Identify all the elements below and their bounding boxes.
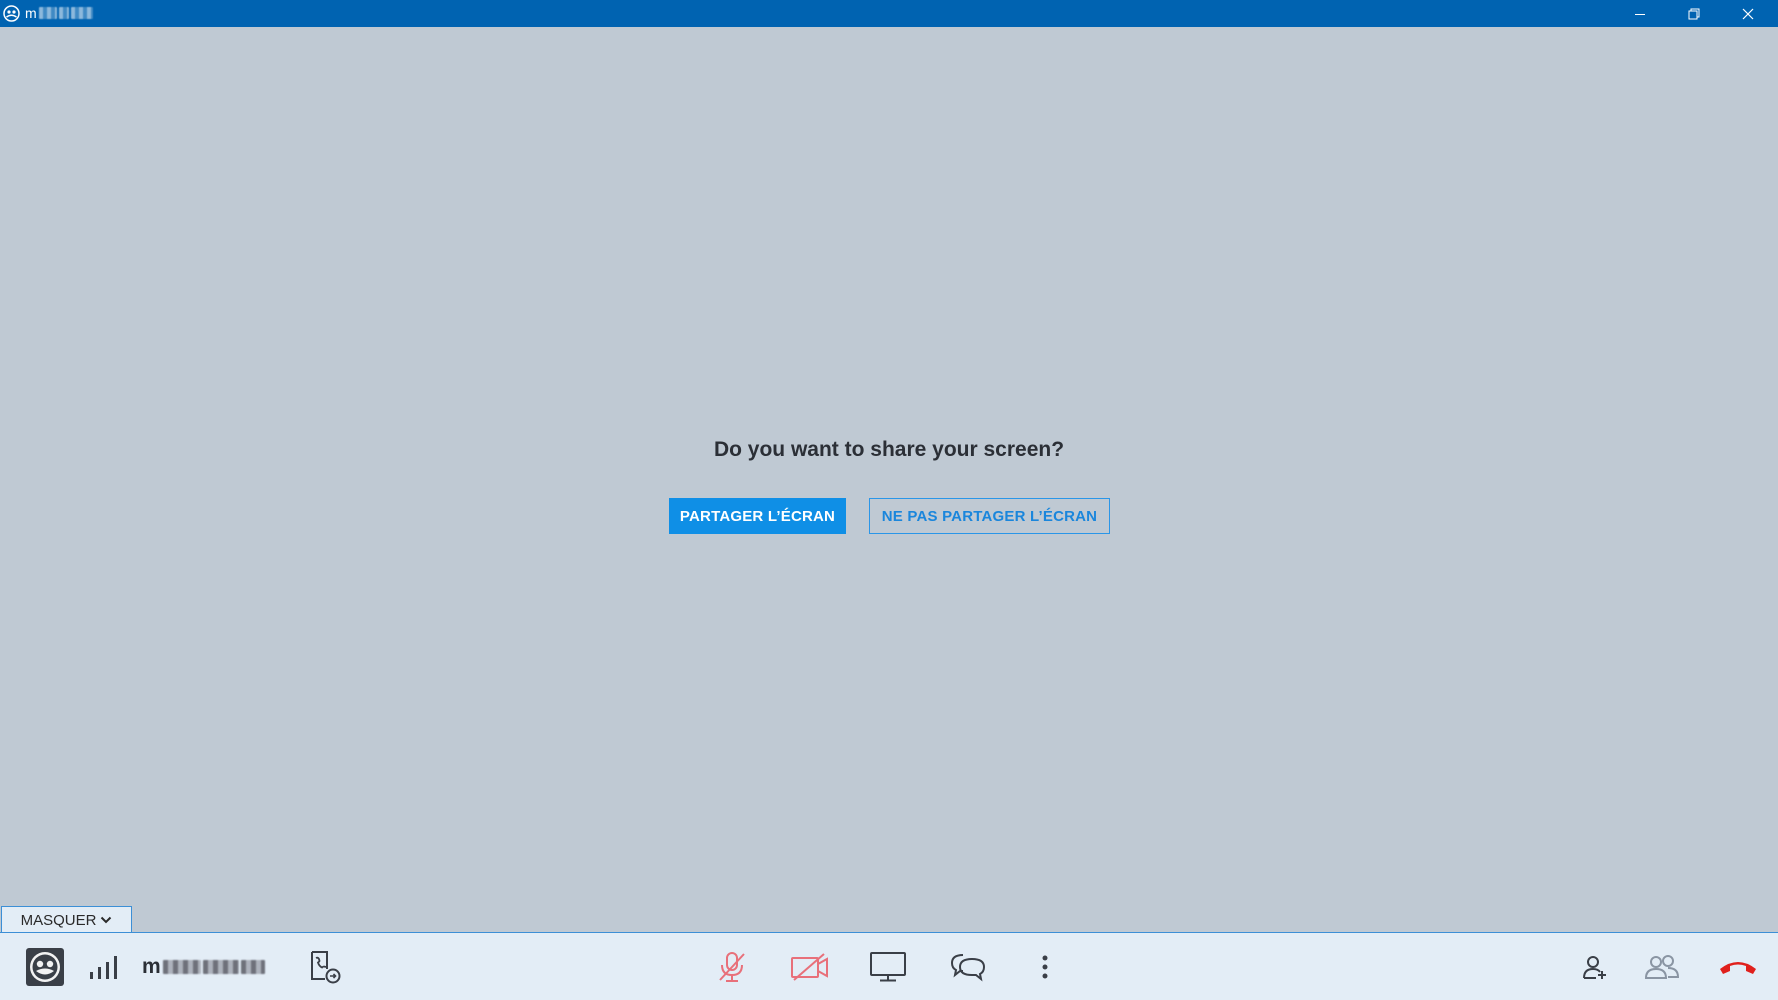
share-screen-question: Do you want to share your screen? [713, 438, 1065, 461]
screen-share-button[interactable] [866, 933, 910, 1000]
more-options-button[interactable] [1030, 933, 1060, 1000]
dont-share-screen-button[interactable]: NE PAS PARTAGER L’ÉCRAN [869, 498, 1110, 534]
minimize-icon [1635, 13, 1645, 15]
minimize-button[interactable] [1613, 0, 1667, 27]
redacted-text [162, 960, 201, 974]
call-transfer-button[interactable] [304, 933, 346, 1000]
participants-icon [1644, 955, 1680, 979]
call-transfer-icon [311, 951, 341, 984]
hang-up-icon [1720, 962, 1756, 974]
close-icon [1742, 8, 1754, 19]
title-bar: m [0, 0, 1778, 27]
chat-button[interactable] [946, 933, 990, 1000]
caller-name: m [142, 951, 265, 983]
microphone-toggle-button[interactable] [712, 933, 752, 1000]
microphone-muted-icon [719, 952, 745, 982]
close-button[interactable] [1721, 0, 1775, 27]
add-participant-icon [1583, 956, 1606, 979]
share-screen-button[interactable]: PARTAGER L’ÉCRAN [669, 498, 846, 534]
signal-strength [84, 933, 124, 1000]
restore-icon [1688, 8, 1700, 19]
redacted-text [38, 7, 57, 19]
hide-toolbar-label: MASQUER [20, 911, 97, 929]
window-title-prefix: m [25, 5, 37, 21]
screen-share-icon [870, 952, 906, 982]
redacted-text [202, 960, 239, 974]
app-globe-icon [3, 5, 20, 22]
participants-button[interactable] [1642, 933, 1682, 1000]
redacted-text [240, 960, 265, 974]
signal-strength-icon [90, 956, 117, 979]
camera-toggle-button[interactable] [788, 933, 832, 1000]
chevron-down-icon [101, 916, 112, 924]
caller-name-prefix: m [142, 955, 161, 978]
call-toolbar: m [0, 932, 1778, 1000]
restore-button[interactable] [1667, 0, 1721, 27]
redacted-text [70, 7, 93, 19]
add-participant-button[interactable] [1580, 933, 1610, 1000]
hide-toolbar-tab[interactable]: MASQUER [1, 906, 132, 933]
camera-off-icon [791, 953, 828, 981]
chat-icon [950, 954, 986, 982]
caller-avatar[interactable] [24, 933, 66, 1000]
redacted-text [58, 7, 69, 19]
window-title: m [25, 5, 93, 21]
hang-up-button[interactable] [1716, 933, 1760, 1000]
avatar-icon [26, 948, 64, 986]
more-options-icon [1042, 955, 1048, 979]
